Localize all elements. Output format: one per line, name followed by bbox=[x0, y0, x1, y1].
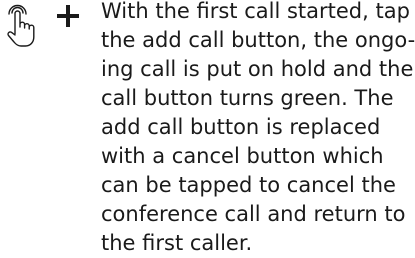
instruction-line: the add call button, the ongo- bbox=[101, 28, 415, 52]
instruction-line: conference call and return to bbox=[101, 202, 406, 226]
plus-icon bbox=[56, 4, 80, 28]
tap-gesture-icon bbox=[2, 4, 40, 48]
instruction-line: the first caller. bbox=[101, 231, 253, 255]
instruction-text: With the first call started, tap the add… bbox=[101, 0, 415, 258]
instruction-line: can be tapped to cancel the bbox=[101, 173, 396, 197]
instruction-line: call button turns green. The bbox=[101, 86, 394, 110]
instruction-line: With the first call started, tap bbox=[101, 0, 410, 23]
instruction-line: with a cancel button which bbox=[101, 144, 384, 168]
instruction-line: ing call is put on hold and the bbox=[101, 57, 414, 81]
instruction-line: add call button is replaced bbox=[101, 115, 381, 139]
